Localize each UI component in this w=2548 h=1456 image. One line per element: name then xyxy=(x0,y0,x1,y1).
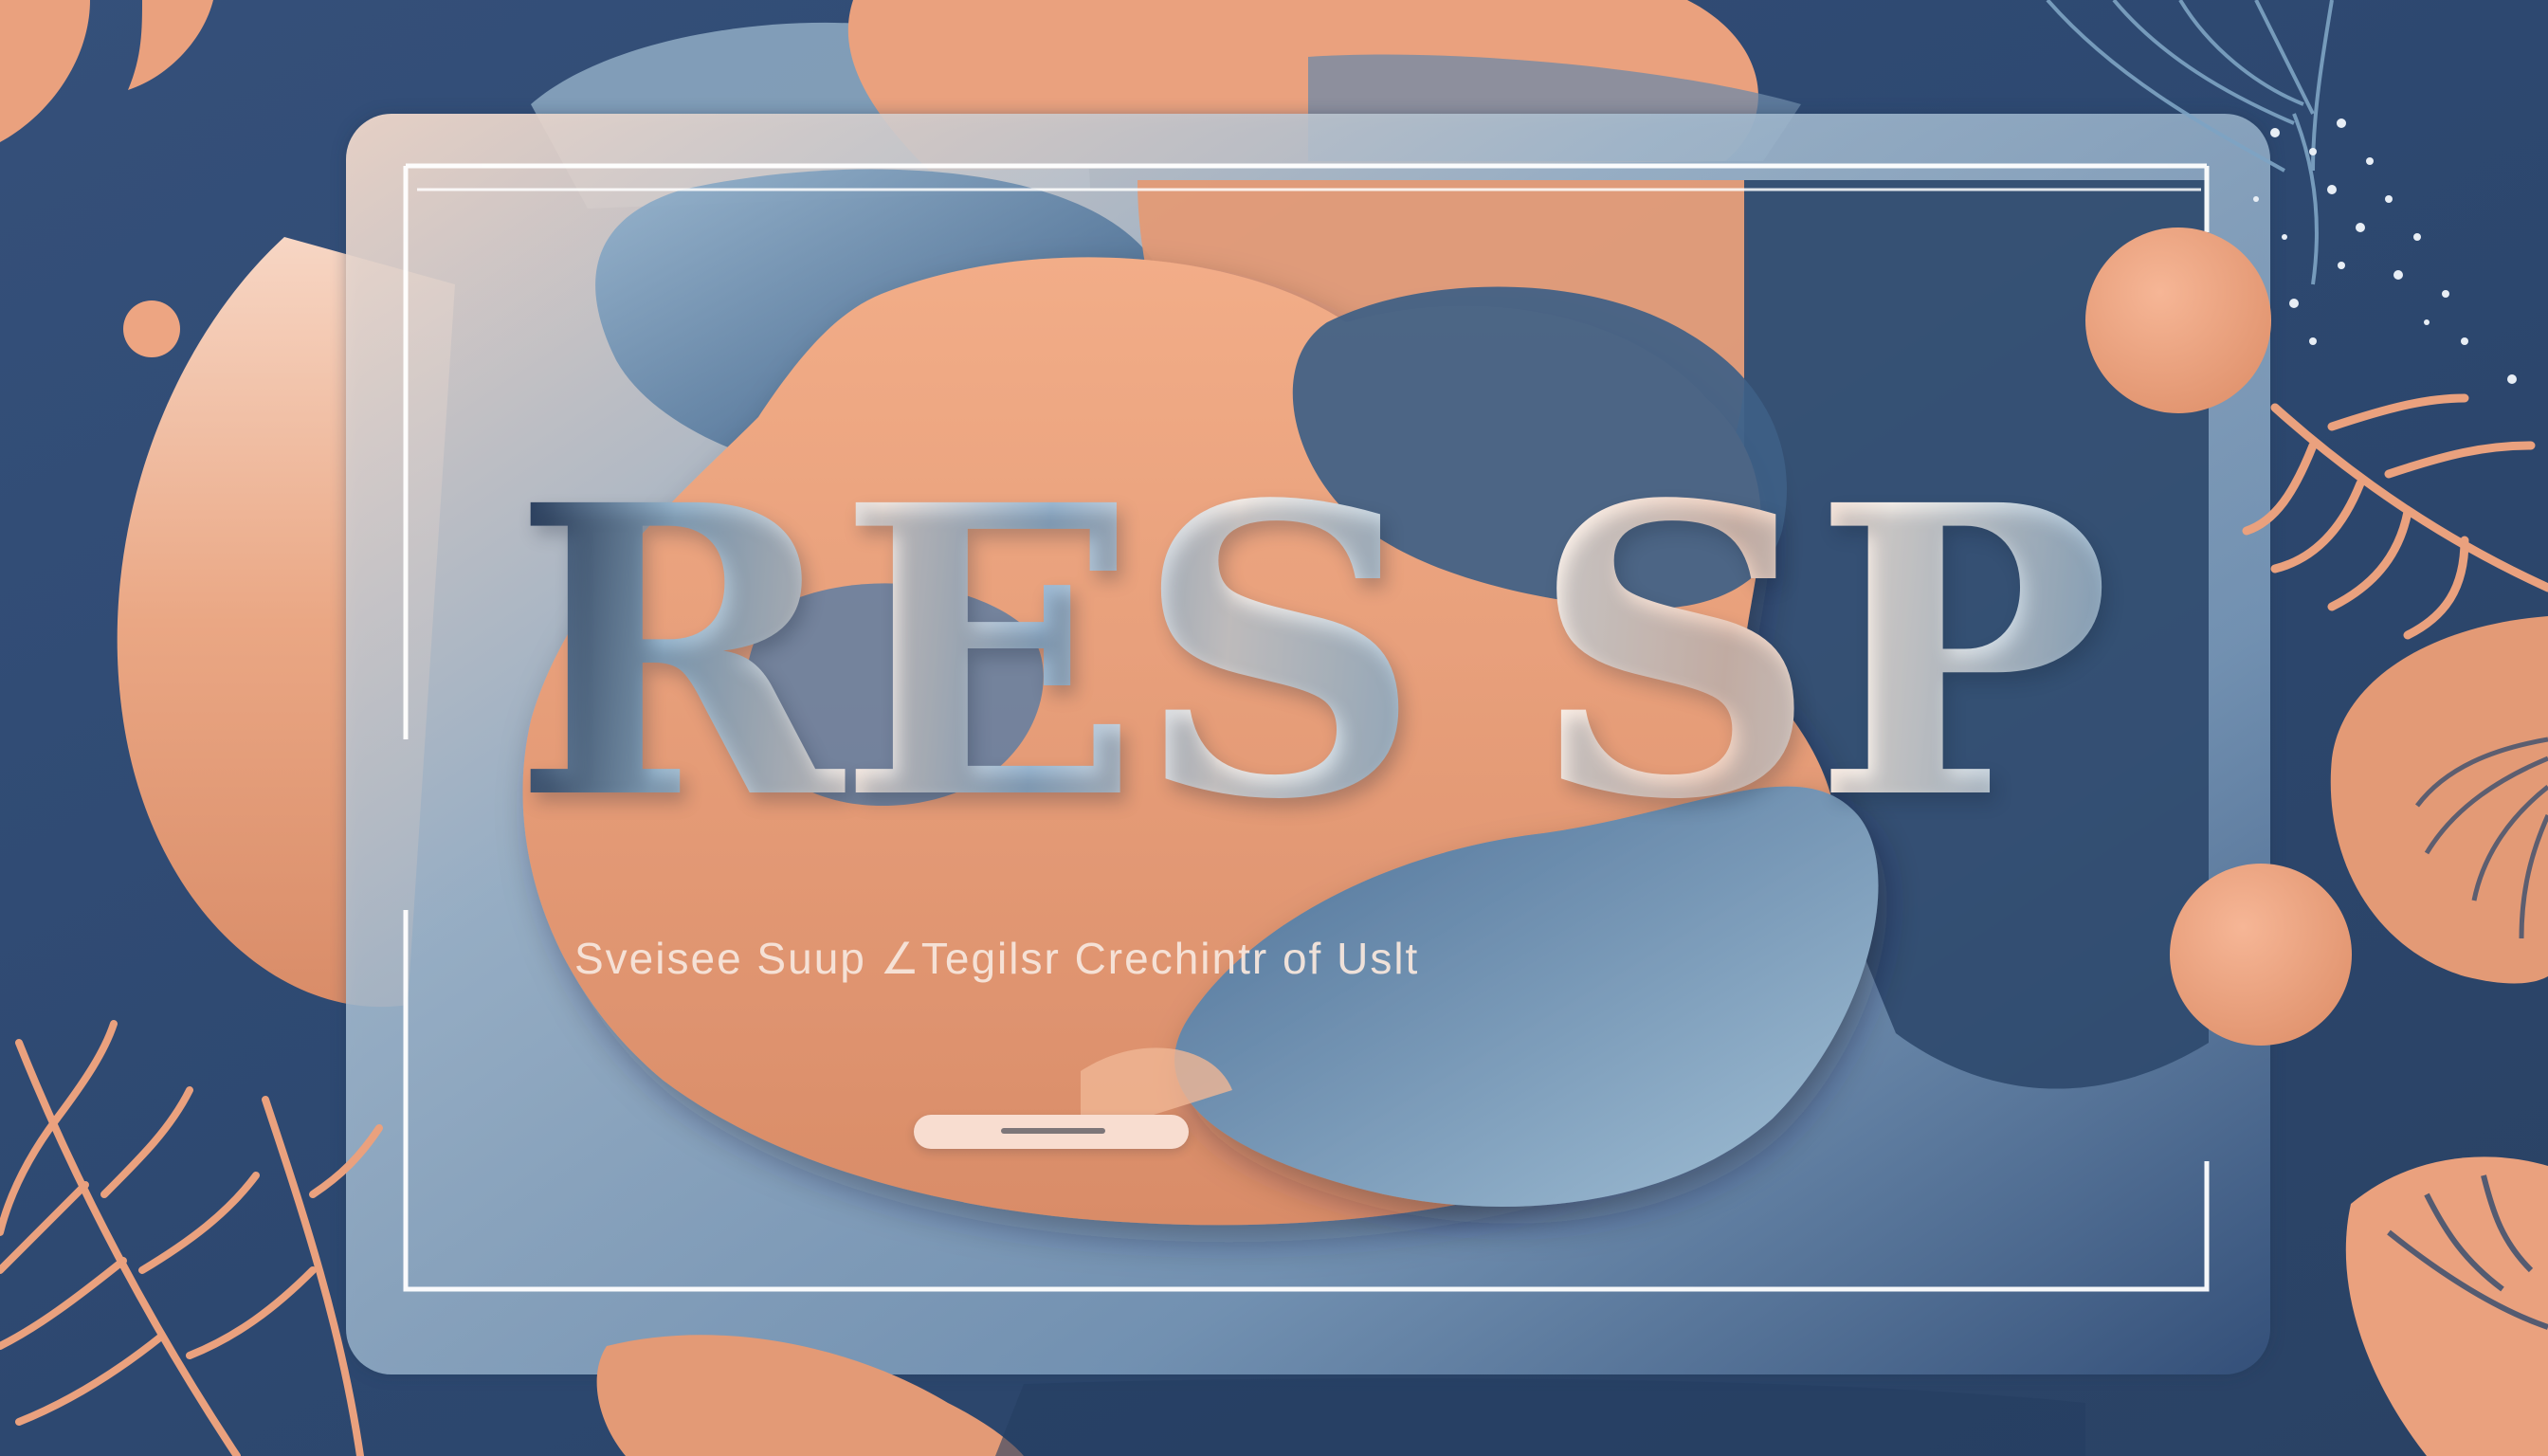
peach-circle-icon xyxy=(123,300,180,357)
tagline: Sveisee Suup ∠Tegilsr Crechintr of Uslt xyxy=(574,934,1420,983)
poster-canvas: RES SP Sveisee Suup ∠Tegilsr Crechintr o… xyxy=(0,0,2548,1456)
peach-circle-icon xyxy=(2085,228,2271,413)
headline-word-2: SP xyxy=(1530,420,2111,887)
cta-label xyxy=(1001,1128,1105,1134)
peach-circle-icon xyxy=(2170,864,2352,1046)
headline-word-1: RES xyxy=(512,420,1422,887)
headline: RES SP xyxy=(512,446,2123,863)
cta-button[interactable] xyxy=(914,1115,1189,1149)
